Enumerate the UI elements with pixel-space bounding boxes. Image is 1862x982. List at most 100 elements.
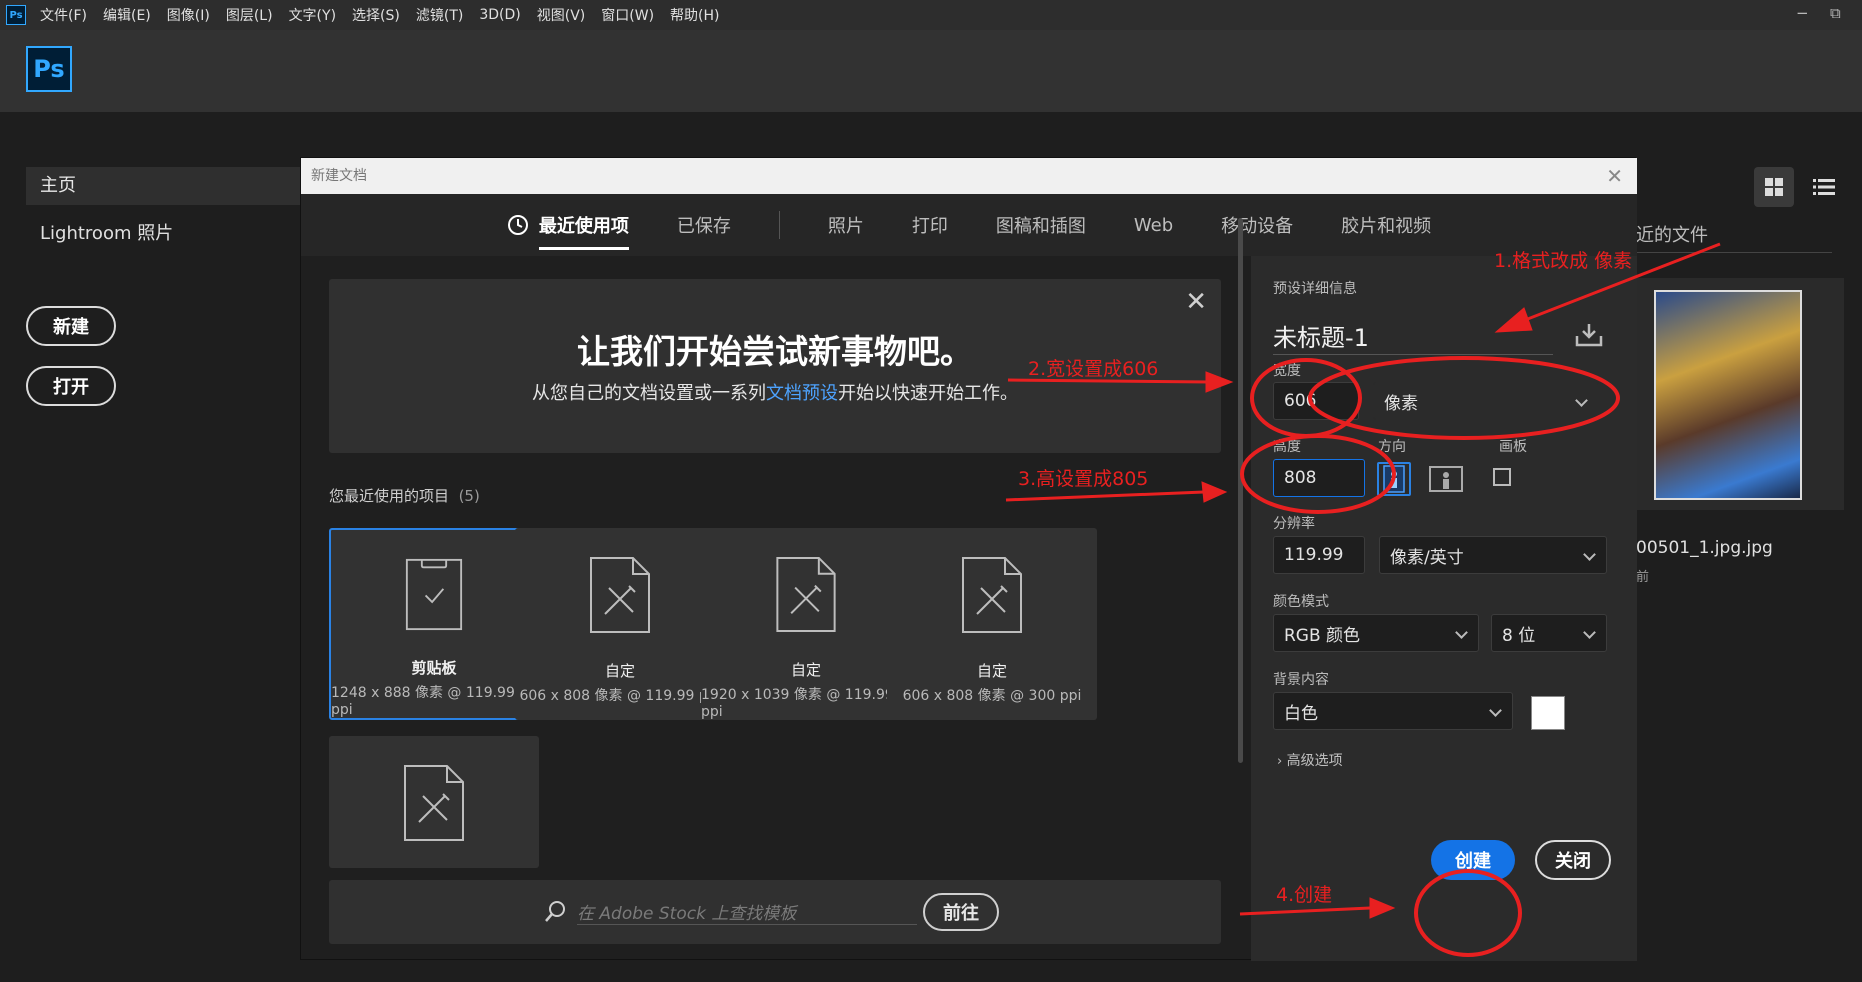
resolution-label: 分辨率 xyxy=(1273,516,1315,532)
background-select[interactable]: 白色 xyxy=(1273,692,1513,730)
tab-web[interactable]: Web xyxy=(1134,194,1173,256)
app-icon: Ps xyxy=(6,5,26,25)
annotation-step-1: 1.格式改成 像素 xyxy=(1494,250,1633,272)
save-preset-icon[interactable] xyxy=(1575,322,1603,348)
recent-items-label: 您最近使用的项目 (5) xyxy=(329,485,480,506)
tab-film-video[interactable]: 胶片和视频 xyxy=(1341,194,1431,256)
background-value: 白色 xyxy=(1284,703,1318,724)
recent-item-name: 自定 xyxy=(976,662,1007,680)
menu-layer[interactable]: 图层(L) xyxy=(226,5,273,25)
minimize-button[interactable]: − xyxy=(1796,4,1809,22)
color-mode-value: RGB 颜色 xyxy=(1284,625,1361,646)
custom-document-icon xyxy=(962,557,1022,633)
recent-item-custom-1[interactable]: 自定 606 x 808 像素 @ 119.99 ppi xyxy=(515,528,725,720)
create-button[interactable]: 创建 xyxy=(1431,840,1515,880)
landscape-orientation-icon[interactable] xyxy=(1429,462,1463,496)
photoshop-logo: Ps xyxy=(26,46,72,92)
color-mode-select[interactable]: RGB 颜色 xyxy=(1273,614,1479,652)
sidebar-item-lightroom[interactable]: Lightroom 照片 xyxy=(40,219,173,245)
menu-bar: Ps 文件(F) 编辑(E) 图像(I) 图层(L) 文字(Y) 选择(S) 滤… xyxy=(0,0,1862,30)
recent-items-scrollbar[interactable] xyxy=(1238,218,1243,763)
custom-document-icon xyxy=(776,556,836,633)
recent-item-custom-4[interactable] xyxy=(329,736,539,868)
chevron-down-icon xyxy=(1489,704,1502,717)
recent-item-size: 606 x 808 像素 @ 300 ppi xyxy=(902,688,1082,704)
tab-art-illustration[interactable]: 图稿和插图 xyxy=(996,194,1086,256)
recent-files-heading: 近的文件 xyxy=(1636,225,1708,246)
recent-file-thumbnail[interactable] xyxy=(1654,290,1802,500)
background-color-swatch[interactable] xyxy=(1531,696,1565,730)
menu-image[interactable]: 图像(I) xyxy=(167,5,210,25)
menu-select[interactable]: 选择(S) xyxy=(352,5,400,25)
menu-edit[interactable]: 编辑(E) xyxy=(103,5,151,25)
tab-print[interactable]: 打印 xyxy=(912,194,948,256)
document-presets-link[interactable]: 文档预设 xyxy=(766,383,838,404)
clipboard-icon xyxy=(405,558,463,631)
custom-document-icon xyxy=(404,765,464,841)
preset-details-label: 预设详细信息 xyxy=(1273,281,1357,297)
bit-depth-value: 8 位 xyxy=(1502,625,1536,646)
stock-search-bar: 在 Adobe Stock 上查找模板 前往 xyxy=(329,880,1221,944)
new-button[interactable]: 新建 xyxy=(26,306,116,346)
restore-button[interactable]: ⧉ xyxy=(1830,4,1841,22)
menu-window[interactable]: 窗口(W) xyxy=(601,5,654,25)
portrait-orientation-icon[interactable] xyxy=(1377,462,1411,496)
recent-files-divider xyxy=(1636,252,1832,253)
width-input[interactable]: 606 xyxy=(1273,382,1359,420)
advanced-options-toggle[interactable]: › 高级选项 xyxy=(1277,750,1343,770)
height-input[interactable]: 808 xyxy=(1273,459,1365,497)
recent-item-size: 1248 x 888 像素 @ 119.99 ppi xyxy=(331,685,515,718)
menu-view[interactable]: 视图(V) xyxy=(537,5,586,25)
recent-items-title: 您最近使用的项目 xyxy=(329,487,450,505)
width-label: 宽度 xyxy=(1273,363,1301,379)
preset-details-panel: 预设详细信息 未标题-1 宽度 606 像素 高度 方向 画板 808 分辨率 … xyxy=(1251,256,1637,961)
stock-search-input[interactable]: 在 Adobe Stock 上查找模板 xyxy=(577,899,917,925)
bit-depth-select[interactable]: 8 位 xyxy=(1491,614,1607,652)
menu-type[interactable]: 文字(Y) xyxy=(289,5,336,25)
tab-recent[interactable]: 最近使用项 xyxy=(507,194,629,256)
annotation-step-3: 3.高设置成805 xyxy=(1018,468,1149,490)
recent-item-custom-3[interactable]: 自定 606 x 808 像素 @ 300 ppi xyxy=(887,528,1097,720)
resolution-input[interactable]: 119.99 xyxy=(1273,536,1365,574)
close-button[interactable]: 关闭 xyxy=(1535,840,1611,880)
recent-item-custom-2[interactable]: 自定 1920 x 1039 像素 @ 119.99 ppi xyxy=(701,528,911,720)
advanced-options-label: 高级选项 xyxy=(1286,753,1343,769)
search-icon xyxy=(545,901,565,922)
chevron-down-icon xyxy=(1583,548,1596,561)
chevron-down-icon xyxy=(1455,626,1468,639)
menu-filter[interactable]: 滤镜(T) xyxy=(416,5,463,25)
banner-close-icon[interactable]: ✕ xyxy=(1185,287,1207,317)
recent-item-clipboard[interactable]: 剪贴板 1248 x 888 像素 @ 119.99 ppi xyxy=(329,528,539,720)
tab-saved[interactable]: 已保存 xyxy=(677,194,731,256)
dialog-close-icon[interactable]: ✕ xyxy=(1606,164,1623,188)
open-button[interactable]: 打开 xyxy=(26,366,116,406)
tab-mobile[interactable]: 移动设备 xyxy=(1221,194,1293,256)
resolution-unit-select[interactable]: 像素/英寸 xyxy=(1379,536,1607,574)
preset-tabs: 最近使用项 已保存 照片 打印 图稿和插图 Web 移动设备 胶片和视频 xyxy=(301,194,1637,256)
banner-text-before: 从您自己的文档设置或一系列 xyxy=(532,383,766,404)
annotation-step-2: 2.宽设置成606 xyxy=(1028,358,1159,380)
artboard-checkbox[interactable] xyxy=(1485,460,1519,494)
chevron-right-icon: › xyxy=(1277,754,1283,769)
artboard-label: 画板 xyxy=(1499,439,1527,455)
custom-document-icon xyxy=(590,557,650,633)
document-name-field[interactable]: 未标题-1 xyxy=(1273,318,1369,353)
banner-subtitle: 从您自己的文档设置或一系列文档预设开始以快速开始工作。 xyxy=(329,379,1221,405)
unit-select[interactable]: 像素 xyxy=(1373,382,1599,420)
menu-file[interactable]: 文件(F) xyxy=(40,5,87,25)
recent-file-name[interactable]: 00501_1.jpg.jpg xyxy=(1636,538,1773,558)
tab-recent-label: 最近使用项 xyxy=(538,216,629,237)
menu-3d[interactable]: 3D(D) xyxy=(479,7,520,23)
go-button[interactable]: 前往 xyxy=(923,893,999,931)
unit-value: 像素 xyxy=(1384,393,1418,414)
clock-icon xyxy=(507,215,528,235)
menu-help[interactable]: 帮助(H) xyxy=(670,5,719,25)
recent-items-count: (5) xyxy=(458,487,480,505)
grid-view-icon[interactable] xyxy=(1754,167,1794,207)
list-view-icon[interactable] xyxy=(1804,167,1844,207)
sidebar-item-home[interactable]: 主页 xyxy=(26,167,302,205)
document-name-underline xyxy=(1273,354,1553,355)
checkbox-box xyxy=(1493,468,1511,486)
chevron-down-icon xyxy=(1583,626,1596,639)
tab-photo[interactable]: 照片 xyxy=(828,194,864,256)
